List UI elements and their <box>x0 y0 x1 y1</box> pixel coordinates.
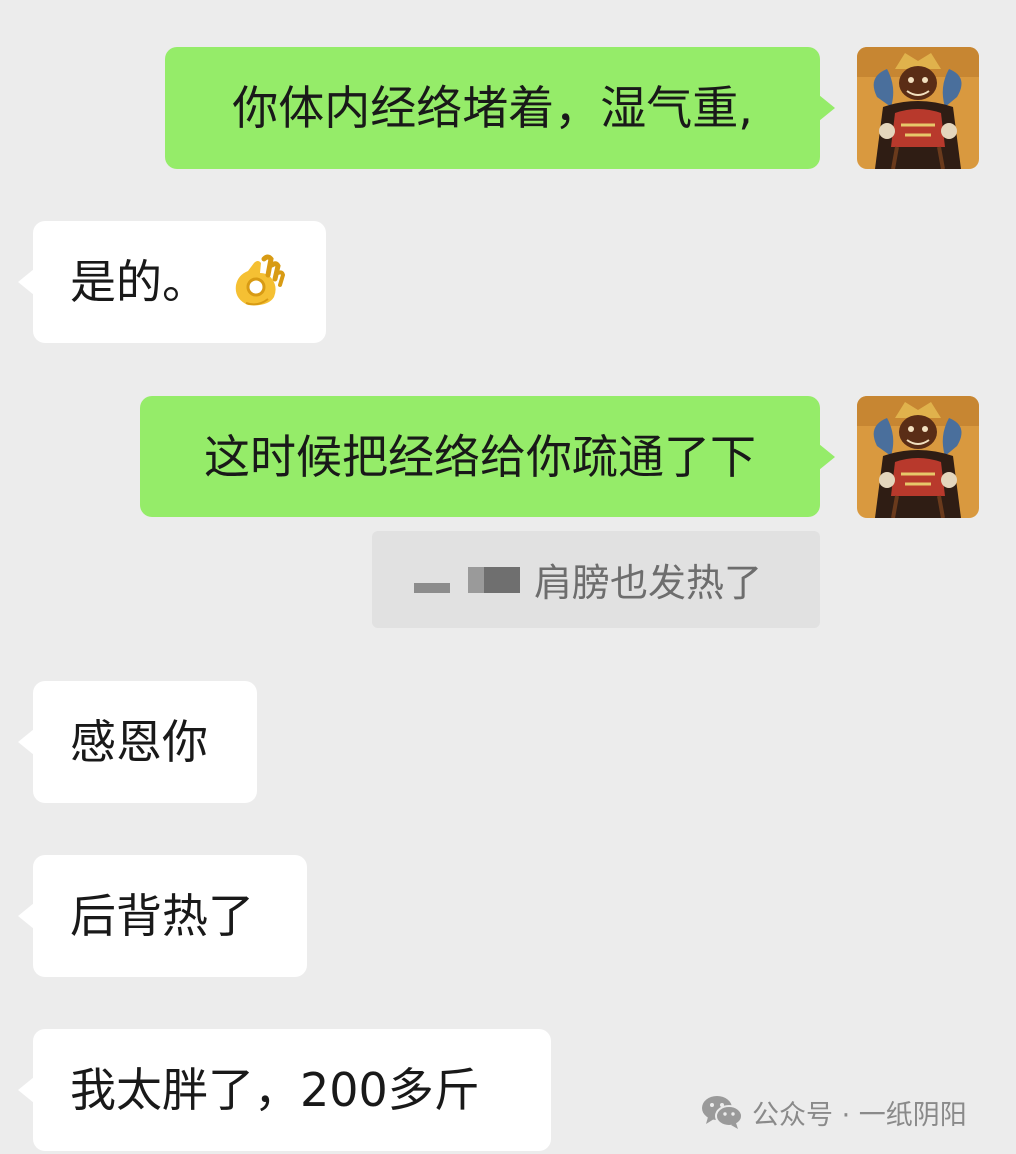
ok-hand-emoji-icon <box>228 253 286 311</box>
message-text: 是的。 <box>70 255 208 309</box>
watermark-text: 公众号 · 一纸阴阳 <box>752 1099 967 1131</box>
message-bubble-outgoing[interactable]: 这时候把经络给你疏通了下 <box>140 396 835 517</box>
message-bubble-incoming[interactable]: 我太胖了，200多斤 <box>18 1029 551 1151</box>
message-bubble-incoming[interactable]: 是的。 <box>18 221 326 343</box>
message-bubble-outgoing[interactable]: 你体内经络堵着，湿气重, <box>165 47 835 169</box>
guardian-portrait-icon <box>857 47 979 169</box>
quoted-message[interactable]: 肩膀也发热了 <box>372 531 820 628</box>
pixelated-name-block <box>468 566 484 593</box>
quoted-text: 肩膀也发热了 <box>534 561 763 605</box>
guardian-portrait-icon <box>857 396 979 518</box>
message-bubble-incoming[interactable]: 感恩你 <box>18 681 257 803</box>
message-bubble-incoming[interactable]: 后背热了 <box>18 855 307 977</box>
avatar[interactable] <box>857 396 979 518</box>
message-text: 感恩你 <box>70 715 208 769</box>
avatar[interactable] <box>857 47 979 169</box>
message-text: 我太胖了，200多斤 <box>70 1063 480 1117</box>
watermark: 公众号 · 一纸阴阳 <box>700 1090 967 1134</box>
message-text: 后背热了 <box>70 889 254 943</box>
message-text: 你体内经络堵着，湿气重, <box>232 81 753 135</box>
wechat-logo-icon <box>702 1096 743 1129</box>
pixelated-name-block <box>414 582 450 593</box>
message-text: 这时候把经络给你疏通了下 <box>204 429 756 484</box>
pixelated-name-block <box>484 566 520 593</box>
